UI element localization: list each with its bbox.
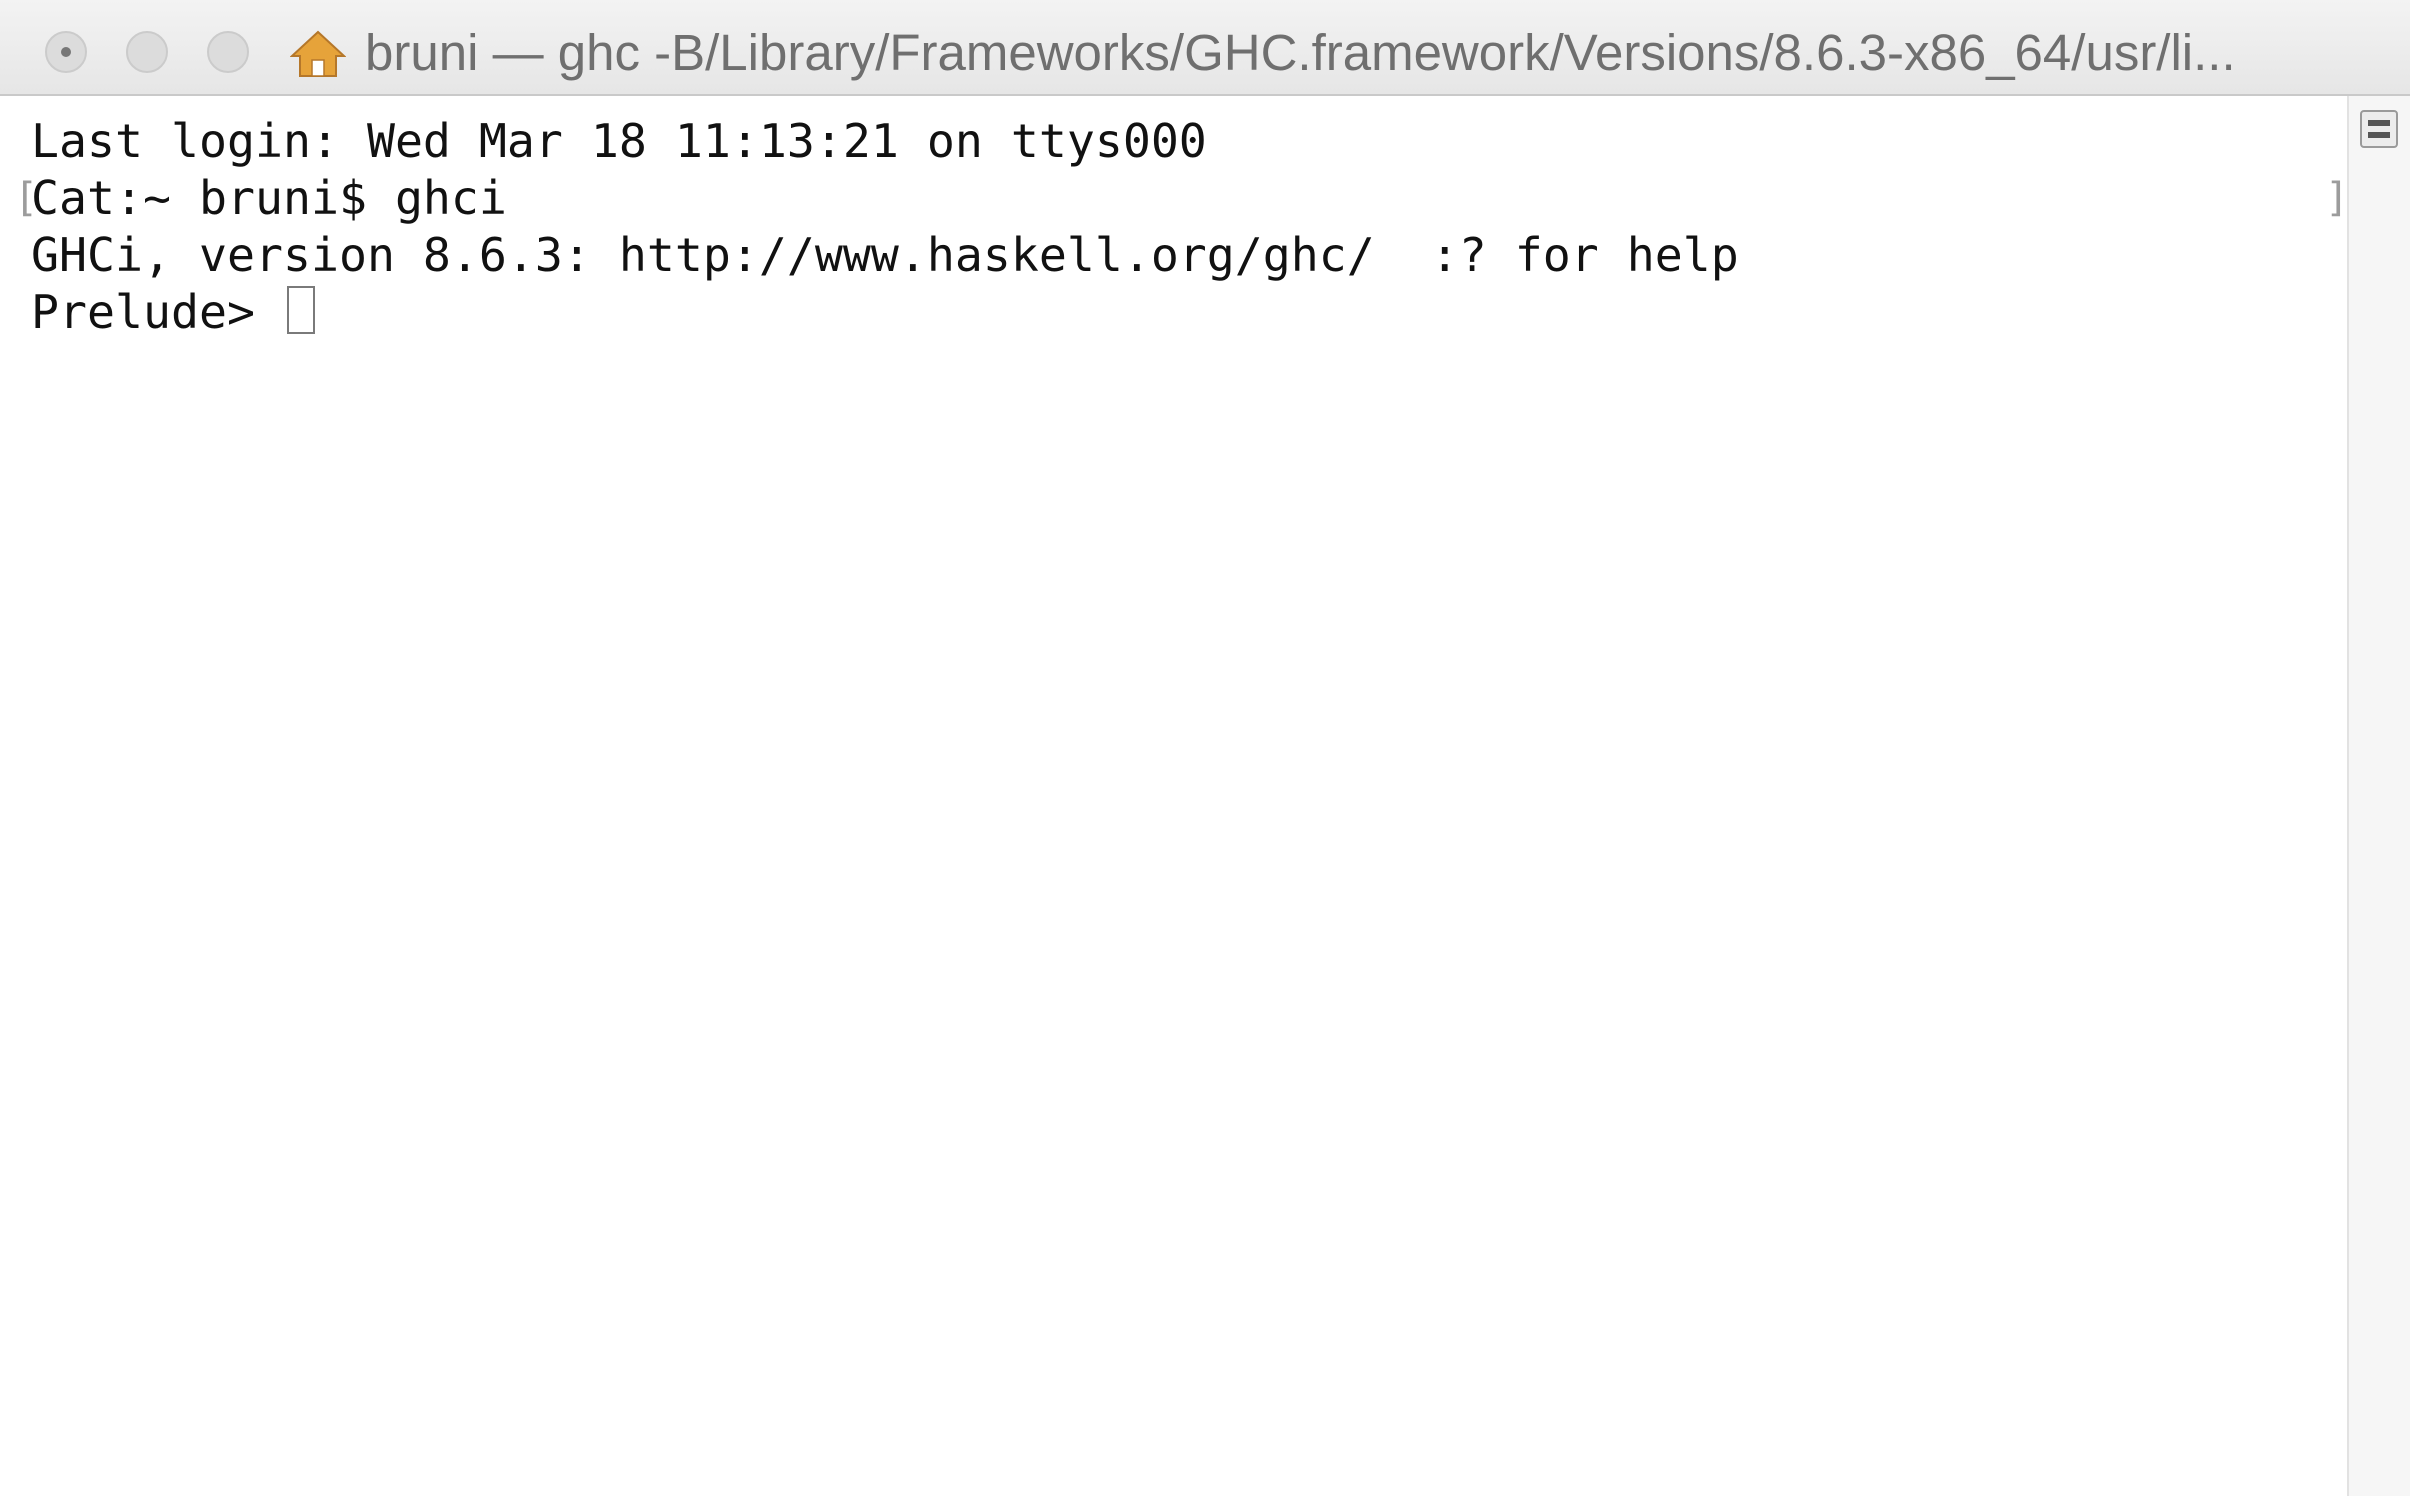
zoom-button[interactable]	[207, 31, 249, 73]
mark-right: ]	[2325, 175, 2350, 221]
home-icon	[290, 30, 346, 77]
terminal-line: GHCi, version 8.6.3: http://www.haskell.…	[31, 228, 1739, 282]
window-title: bruni — ghc -B/Library/Frameworks/GHC.fr…	[365, 24, 2236, 81]
close-button[interactable]	[45, 31, 87, 73]
terminal-line: Cat:~ bruni$ ghci	[31, 171, 507, 225]
text-cursor	[287, 286, 315, 334]
scrollbar[interactable]	[2347, 96, 2410, 1496]
minimize-button[interactable]	[126, 31, 168, 73]
terminal-window: bruni — ghc -B/Library/Frameworks/GHC.fr…	[0, 0, 2410, 1496]
terminal-line: Last login: Wed Mar 18 11:13:21 on ttys0…	[31, 114, 1207, 168]
prompt-line: Prelude>	[31, 285, 283, 339]
scroll-marks-icon[interactable]	[2360, 110, 2398, 148]
title-bar[interactable]: bruni — ghc -B/Library/Frameworks/GHC.fr…	[0, 0, 2410, 96]
terminal-content[interactable]: Last login: Wed Mar 18 11:13:21 on ttys0…	[0, 96, 2350, 1496]
